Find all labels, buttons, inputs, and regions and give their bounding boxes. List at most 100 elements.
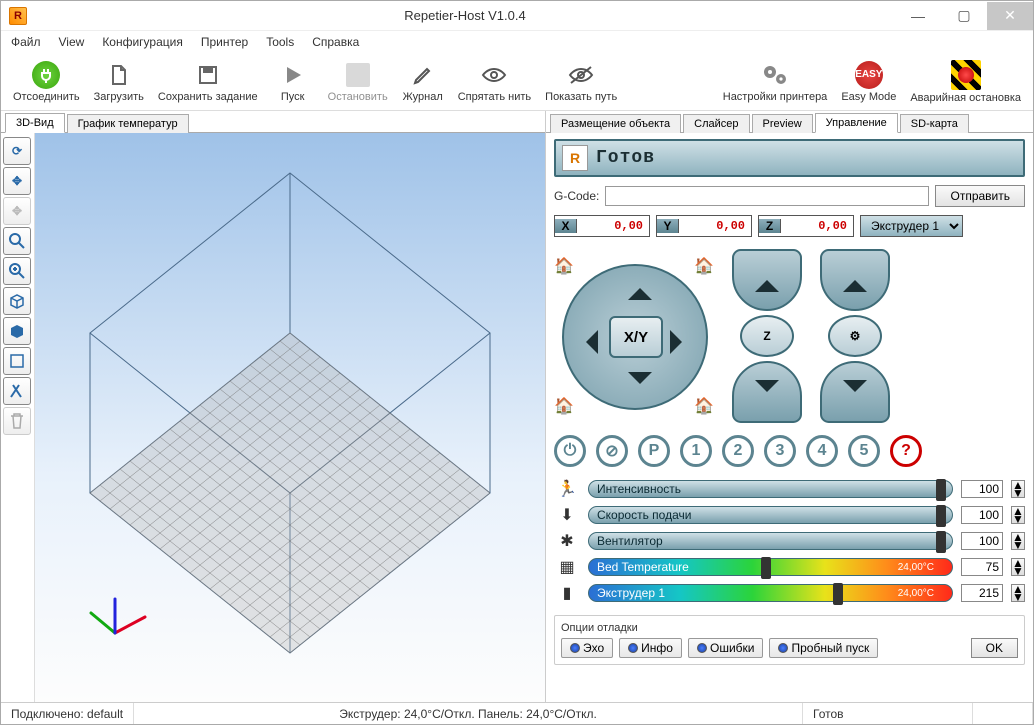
printer-settings-button[interactable]: Настройки принтера [717, 54, 834, 110]
menu-view[interactable]: View [59, 35, 85, 49]
extrude-button[interactable] [820, 249, 890, 311]
bed-spinner[interactable]: ▲▼ [1011, 558, 1025, 576]
view-top-button[interactable] [3, 347, 31, 375]
debug-echo-toggle[interactable]: Эхо [561, 638, 613, 658]
jog-z-plus[interactable] [732, 249, 802, 311]
fan-spinner[interactable]: ▲▼ [1011, 532, 1025, 550]
fan-slider[interactable]: Вентилятор [588, 532, 953, 550]
tab-temp-graph[interactable]: График температур [67, 114, 189, 133]
debug-errors-toggle[interactable]: Ошибки [688, 638, 764, 658]
connect-button[interactable]: Отсоединить [7, 54, 86, 110]
ext-spinner[interactable]: ▲▼ [1011, 584, 1025, 602]
extruder-temp-value[interactable] [961, 584, 1003, 602]
status-temps: Экструдер: 24,0°C/Откл. Панель: 24,0°C/О… [134, 703, 803, 724]
gcode-send-button[interactable]: Отправить [935, 185, 1025, 207]
help-button[interactable]: ? [890, 435, 922, 467]
file-icon [105, 61, 133, 89]
preset-3-button[interactable]: 3 [764, 435, 796, 467]
home-z-icon[interactable]: 🏠 [694, 396, 714, 416]
zoom-fit-button[interactable] [3, 257, 31, 285]
gcode-input[interactable] [605, 186, 929, 206]
3d-canvas[interactable] [35, 133, 545, 702]
load-button[interactable]: Загрузить [88, 54, 150, 110]
feedrate-value[interactable] [961, 506, 1003, 524]
stop-button[interactable]: Остановить [322, 54, 394, 110]
menu-file[interactable]: Файл [11, 35, 41, 49]
feedrate-spinner[interactable]: ▲▼ [1011, 506, 1025, 524]
emergency-stop-button[interactable]: Аварийная остановка [904, 54, 1027, 110]
easy-mode-button[interactable]: EASY Easy Mode [835, 54, 902, 110]
move-object-button[interactable]: ✥ [3, 197, 31, 225]
save-icon [194, 61, 222, 89]
power-button[interactable]: ⏻ [554, 435, 586, 467]
retract-button[interactable] [820, 361, 890, 423]
tab-sd[interactable]: SD-карта [900, 114, 969, 133]
settings-label: Настройки принтера [723, 91, 828, 103]
jog-xy-pad: 🏠 🏠 🏠 🏠 X/Y [554, 256, 714, 416]
fan-value[interactable] [961, 532, 1003, 550]
tab-control[interactable]: Управление [815, 113, 898, 133]
speed-spinner[interactable]: ▲▼ [1011, 480, 1025, 498]
preset-2-button[interactable]: 2 [722, 435, 754, 467]
menu-help[interactable]: Справка [312, 35, 359, 49]
menu-tools[interactable]: Tools [266, 35, 294, 49]
app-icon: R [9, 7, 27, 25]
jog-y-plus[interactable] [628, 276, 652, 300]
close-button[interactable]: ✕ [987, 2, 1033, 30]
status-connection: Подключено: default [1, 703, 134, 724]
tab-slicer[interactable]: Слайсер [683, 114, 749, 133]
toolbar: Отсоединить Загрузить Сохранить задание … [1, 53, 1033, 111]
motors-off-button[interactable]: ⊘ [596, 435, 628, 467]
preset-4-button[interactable]: 4 [806, 435, 838, 467]
preset-1-button[interactable]: 1 [680, 435, 712, 467]
debug-ok-button[interactable]: OK [971, 638, 1018, 658]
jog-x-minus[interactable] [574, 330, 598, 354]
hide-button[interactable]: Спрятать нить [452, 54, 537, 110]
window-title: Repetier-Host V1.0.4 [35, 8, 895, 23]
maximize-button[interactable]: ▢ [941, 2, 987, 30]
view-front-button[interactable] [3, 317, 31, 345]
view-iso-button[interactable] [3, 287, 31, 315]
debug-info-toggle[interactable]: Инфо [619, 638, 682, 658]
status-extra [973, 703, 1033, 724]
home-y-icon[interactable]: 🏠 [694, 256, 714, 276]
status-ready: Готов [803, 703, 973, 724]
preset-5-button[interactable]: 5 [848, 435, 880, 467]
home-x-icon[interactable]: 🏠 [554, 256, 574, 276]
run-button[interactable]: Пуск [266, 54, 320, 110]
parallel-button[interactable] [3, 377, 31, 405]
extruder-select[interactable]: Экструдер 1 [860, 215, 963, 237]
park-button[interactable]: P [638, 435, 670, 467]
move-view-button[interactable]: ✥ [3, 167, 31, 195]
hide-label: Спрятать нить [458, 91, 531, 103]
tab-preview[interactable]: Preview [752, 114, 813, 133]
jog-x-plus[interactable] [670, 330, 694, 354]
bed-temp-slider[interactable]: Bed Temperature24,00°C [588, 558, 953, 576]
delete-button[interactable] [3, 407, 31, 435]
extruder-temp-slider[interactable]: Экструдер 124,00°C [588, 584, 953, 602]
tab-3d-view[interactable]: 3D-Вид [5, 113, 65, 133]
zoom-button[interactable] [3, 227, 31, 255]
gcode-label: G-Code: [554, 189, 599, 203]
tab-placement[interactable]: Размещение объекта [550, 114, 681, 133]
feedrate-slider[interactable]: Скорость подачи [588, 506, 953, 524]
menu-printer[interactable]: Принтер [201, 35, 248, 49]
home-all-icon[interactable]: 🏠 [554, 396, 574, 416]
menubar: Файл View Конфигурация Принтер Tools Спр… [1, 31, 1033, 53]
minimize-button[interactable]: ― [895, 2, 941, 30]
jog-extruder-column: ⚙ [820, 249, 890, 423]
speed-slider[interactable]: Интенсивность [588, 480, 953, 498]
load-label: Загрузить [94, 91, 144, 103]
menu-config[interactable]: Конфигурация [102, 35, 183, 49]
jog-y-minus[interactable] [628, 372, 652, 396]
show-button[interactable]: Показать путь [539, 54, 623, 110]
coord-z: Z0,00 [758, 215, 854, 237]
log-label: Журнал [403, 91, 443, 103]
debug-dryrun-toggle[interactable]: Пробный пуск [769, 638, 878, 658]
bed-temp-value[interactable] [961, 558, 1003, 576]
save-button[interactable]: Сохранить задание [152, 54, 264, 110]
jog-z-minus[interactable] [732, 361, 802, 423]
log-button[interactable]: Журнал [396, 54, 450, 110]
speed-value[interactable] [961, 480, 1003, 498]
rotate-view-button[interactable]: ⟳ [3, 137, 31, 165]
